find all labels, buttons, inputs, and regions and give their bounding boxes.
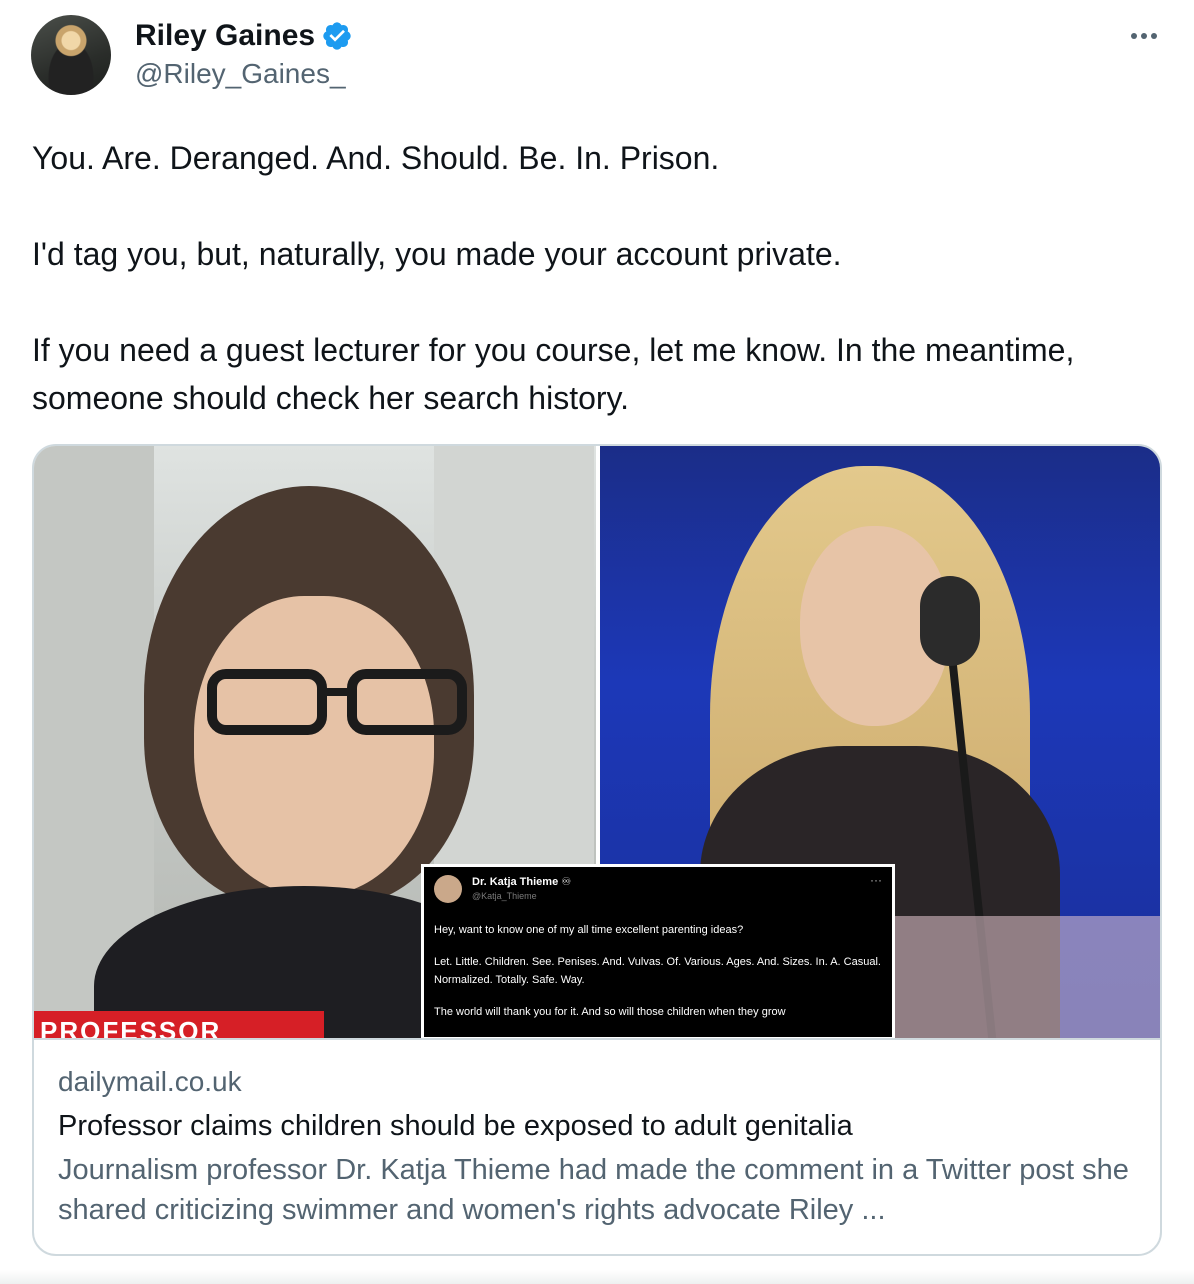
author-avatar[interactable] xyxy=(31,15,111,95)
embedded-line: Hey, want to know one of my all time exc… xyxy=(434,924,744,936)
author-display-name[interactable]: Riley Gaines xyxy=(135,19,315,53)
link-domain: dailymail.co.uk xyxy=(58,1066,242,1097)
embedded-line: Let. Little. Children. See. Penises. And… xyxy=(434,956,881,986)
more-options-icon[interactable] xyxy=(1126,24,1162,48)
link-description: Journalism professor Dr. Katja Thieme ha… xyxy=(58,1154,1129,1226)
embedded-author-name: Dr. Katja Thieme ♾ xyxy=(472,876,572,888)
embedded-more-icon: ··· xyxy=(870,873,882,887)
author-name-row: Riley Gaines xyxy=(135,18,353,54)
tweet-text: You. Are. Deranged. And. Should. Be. In.… xyxy=(32,134,1162,422)
link-preview-meta[interactable]: dailymail.co.uk Professor claims childre… xyxy=(34,1038,1160,1254)
embedded-avatar xyxy=(434,875,462,903)
link-preview-card[interactable]: PROFESSOR Dr. Katja Thieme ♾ @Katja_Thie… xyxy=(32,444,1162,1256)
professor-banner: PROFESSOR xyxy=(34,1011,324,1038)
tweet: Riley Gaines @Riley_Gaines_ You. Are. De… xyxy=(0,0,1194,1284)
tweet-paragraph: You. Are. Deranged. And. Should. Be. In.… xyxy=(32,140,720,176)
embedded-tweet-screenshot: Dr. Katja Thieme ♾ @Katja_Thieme ··· Hey… xyxy=(421,864,895,1038)
bottom-fade xyxy=(0,1270,1194,1284)
embedded-tweet-text: Hey, want to know one of my all time exc… xyxy=(434,921,884,1021)
link-preview-image[interactable]: PROFESSOR Dr. Katja Thieme ♾ @Katja_Thie… xyxy=(34,446,1160,1038)
link-title: Professor claims children should be expo… xyxy=(58,1110,853,1142)
tweet-paragraph: If you need a guest lecturer for you cou… xyxy=(32,332,1075,416)
embedded-author-handle: @Katja_Thieme xyxy=(472,891,537,901)
embedded-line: The world will thank you for it. And so … xyxy=(434,1006,786,1018)
tweet-paragraph: I'd tag you, but, naturally, you made yo… xyxy=(32,236,842,272)
verified-badge-icon xyxy=(323,22,351,50)
author-handle[interactable]: @Riley_Gaines_ xyxy=(135,58,346,90)
